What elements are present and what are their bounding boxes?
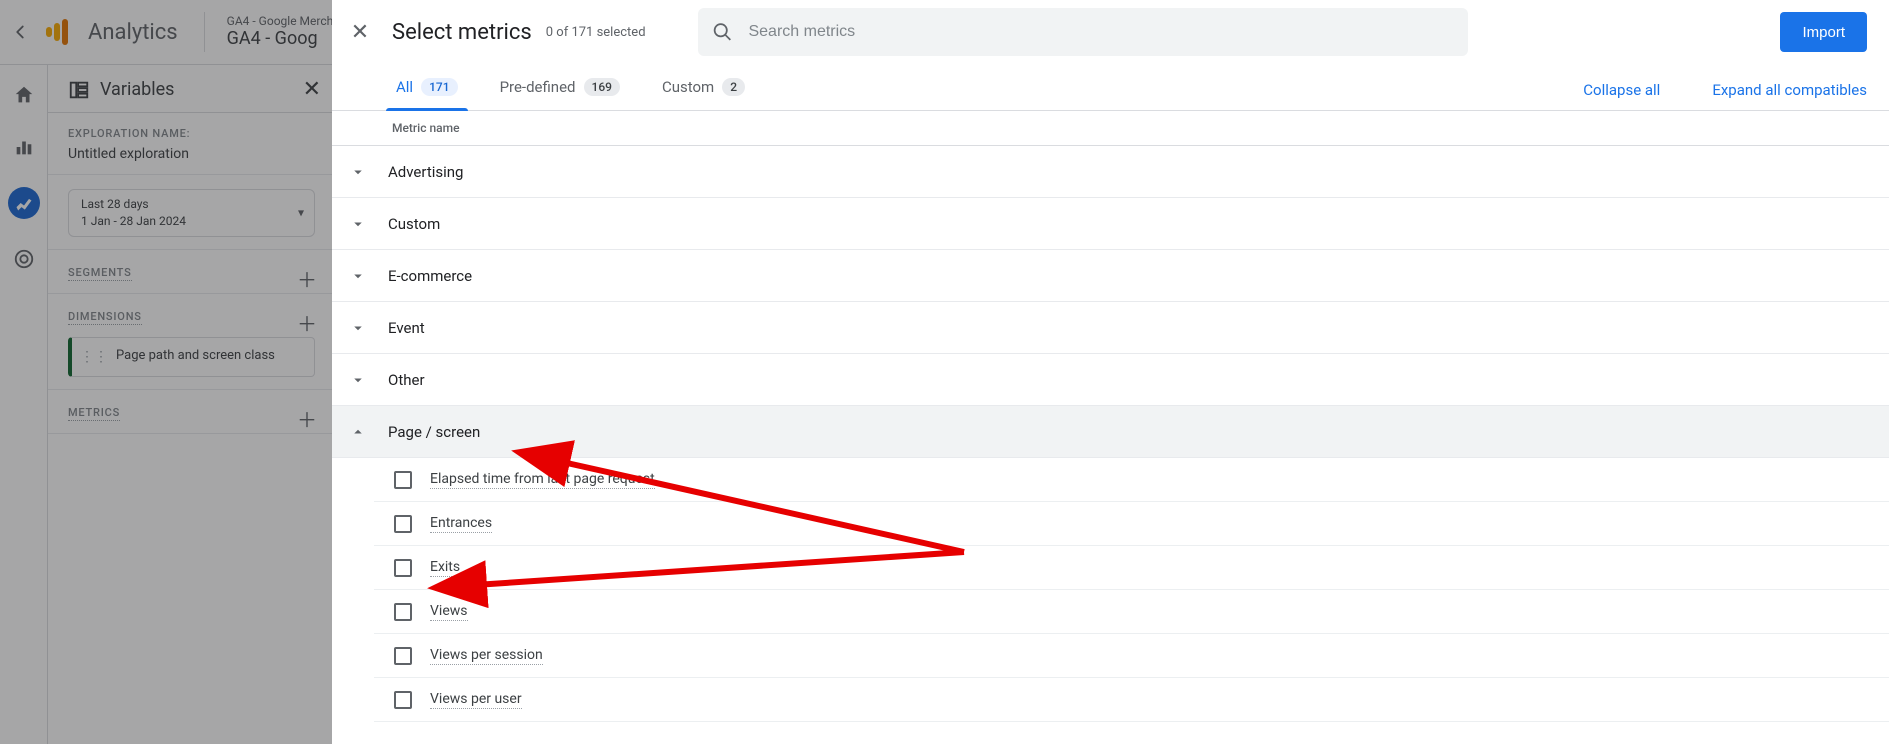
variables-icon <box>68 79 90 101</box>
group-event[interactable]: Event <box>332 302 1889 354</box>
exploration-section: EXPLORATION NAME: Untitled exploration <box>48 113 335 175</box>
checkbox[interactable] <box>394 691 412 709</box>
search-box[interactable] <box>698 8 1468 56</box>
group-custom[interactable]: Custom <box>332 198 1889 250</box>
variables-header: Variables ✕ <box>48 65 335 113</box>
chevron-down-icon <box>346 316 370 340</box>
metric-row[interactable]: Exits <box>374 546 1889 590</box>
group-label: E-commerce <box>388 267 472 285</box>
property-selector[interactable]: GA4 - Google Merch GA4 - Goog <box>227 14 334 50</box>
metric-label: Exits <box>430 559 460 577</box>
nav-advertising-icon[interactable] <box>12 247 36 271</box>
overlay-subtitle: 0 of 171 selected <box>546 25 646 40</box>
overlay-tabs: All 171 Pre-defined 169 Custom 2 Collaps… <box>332 64 1889 111</box>
chevron-down-icon <box>346 212 370 236</box>
date-preset: Last 28 days <box>81 196 278 213</box>
chevron-down-icon <box>346 368 370 392</box>
add-dimension-button[interactable]: ＋ <box>297 308 317 337</box>
add-segment-button[interactable]: ＋ <box>297 264 317 293</box>
collapse-all-button[interactable]: Collapse all <box>1583 81 1660 99</box>
segments-section: SEGMENTS ＋ <box>48 250 335 294</box>
tab-all[interactable]: All 171 <box>392 70 462 110</box>
app-title: Analytics <box>88 20 178 45</box>
group-label: Custom <box>388 215 440 233</box>
metrics-label: METRICS <box>68 406 120 421</box>
search-input[interactable] <box>746 22 1453 42</box>
overlay-header: ✕ Select metrics 0 of 171 selected Impor… <box>332 0 1889 64</box>
exploration-name[interactable]: Untitled exploration <box>68 146 315 162</box>
checkbox[interactable] <box>394 647 412 665</box>
metric-label: Entrances <box>430 515 492 533</box>
group-page-screen[interactable]: Page / screen <box>332 406 1889 458</box>
select-metrics-panel: ✕ Select metrics 0 of 171 selected Impor… <box>332 0 1889 744</box>
group-advertising[interactable]: Advertising <box>332 146 1889 198</box>
dimension-chip[interactable]: ⋮⋮ Page path and screen class <box>68 337 315 377</box>
drag-handle-icon[interactable]: ⋮⋮ <box>80 348 108 366</box>
overlay-title: Select metrics <box>392 20 532 45</box>
checkbox[interactable] <box>394 515 412 533</box>
group-other[interactable]: Other <box>332 354 1889 406</box>
column-header: Metric name <box>332 111 1889 146</box>
dimensions-label: DIMENSIONS <box>68 310 142 325</box>
expand-all-button[interactable]: Expand all compatibles <box>1712 81 1867 99</box>
nav-home-icon[interactable] <box>12 83 36 107</box>
property-sub: GA4 - Google Merch <box>227 14 334 28</box>
caret-down-icon: ▾ <box>298 204 304 221</box>
chevron-down-icon <box>346 264 370 288</box>
back-icon[interactable] <box>8 20 32 44</box>
close-variables-icon[interactable]: ✕ <box>303 77 321 102</box>
metrics-section: METRICS ＋ <box>48 390 335 434</box>
checkbox[interactable] <box>394 471 412 489</box>
group-label: Other <box>388 371 425 389</box>
tab-predefined-label: Pre-defined <box>500 78 576 96</box>
group-label: Advertising <box>388 163 463 181</box>
metric-label: Views per user <box>430 691 522 709</box>
group-ecommerce[interactable]: E-commerce <box>332 250 1889 302</box>
segments-label: SEGMENTS <box>68 266 132 281</box>
tab-all-label: All <box>396 78 413 96</box>
left-nav <box>0 65 48 744</box>
date-section: Last 28 days 1 Jan - 28 Jan 2024 ▾ <box>48 175 335 250</box>
exploration-label: EXPLORATION NAME: <box>68 127 315 140</box>
group-label: Event <box>388 319 425 337</box>
tab-predefined[interactable]: Pre-defined 169 <box>496 70 624 110</box>
tab-custom-label: Custom <box>662 78 714 96</box>
metric-row[interactable]: Entrances <box>374 502 1889 546</box>
tab-custom[interactable]: Custom 2 <box>658 70 749 110</box>
search-icon <box>712 21 733 43</box>
tab-all-count: 171 <box>421 78 457 96</box>
property-main: GA4 - Goog <box>227 28 334 50</box>
metric-row[interactable]: Elapsed time from last page request <box>374 458 1889 502</box>
nav-explore-icon[interactable] <box>8 187 40 219</box>
chevron-up-icon <box>346 420 370 444</box>
metric-label: Views per session <box>430 647 543 665</box>
checkbox[interactable] <box>394 559 412 577</box>
chevron-down-icon <box>346 160 370 184</box>
import-button[interactable]: Import <box>1780 12 1867 52</box>
metric-row[interactable]: Views per session <box>374 634 1889 678</box>
date-range-selector[interactable]: Last 28 days 1 Jan - 28 Jan 2024 ▾ <box>68 189 315 237</box>
metric-label: Elapsed time from last page request <box>430 471 655 489</box>
metric-row[interactable]: Views per user <box>374 678 1889 722</box>
variables-panel: Variables ✕ EXPLORATION NAME: Untitled e… <box>48 65 336 744</box>
divider <box>204 12 205 52</box>
tab-predefined-count: 169 <box>584 78 620 96</box>
close-button[interactable]: ✕ <box>340 12 380 52</box>
analytics-logo-icon <box>40 19 74 45</box>
variables-title: Variables <box>100 79 174 100</box>
checkbox[interactable] <box>394 603 412 621</box>
metric-label: Views <box>430 603 468 621</box>
metrics-list: Advertising Custom E-commerce Event Othe… <box>332 146 1889 722</box>
group-label: Page / screen <box>388 423 480 441</box>
nav-reports-icon[interactable] <box>12 135 36 159</box>
dimensions-section: DIMENSIONS ＋ ⋮⋮ Page path and screen cla… <box>48 294 335 390</box>
date-range: 1 Jan - 28 Jan 2024 <box>81 213 278 230</box>
metric-row[interactable]: Views <box>374 590 1889 634</box>
add-metric-button[interactable]: ＋ <box>297 404 317 433</box>
page-screen-items: Elapsed time from last page request Entr… <box>332 458 1889 722</box>
dimension-chip-label: Page path and screen class <box>116 348 275 365</box>
tab-custom-count: 2 <box>722 78 745 96</box>
